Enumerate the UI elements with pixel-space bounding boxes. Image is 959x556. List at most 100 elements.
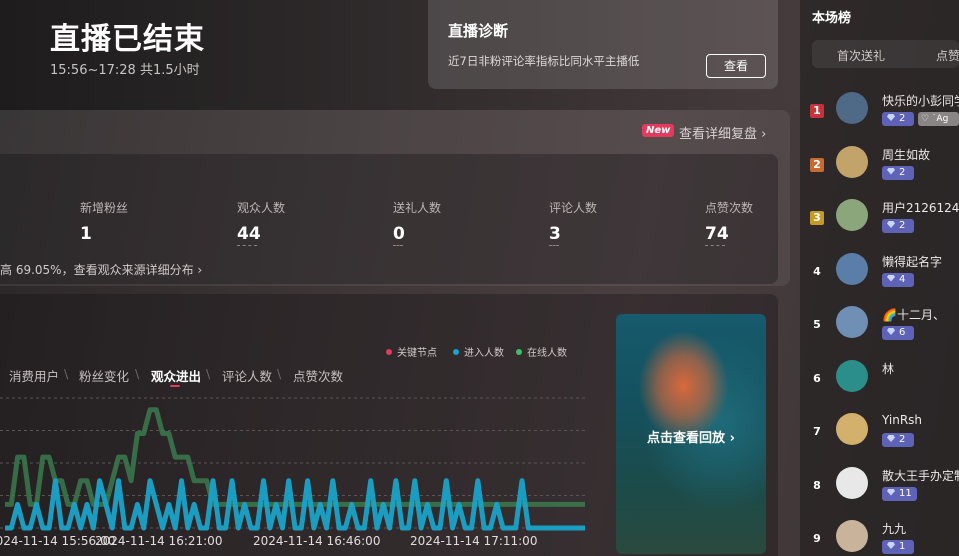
diamond-icon bbox=[887, 221, 895, 228]
fan-badge: ♡ ˙Ag bbox=[918, 112, 959, 126]
live-time-range: 15:56~17:28 共1.5小时 bbox=[50, 63, 200, 78]
rank-number: 7 bbox=[813, 425, 821, 438]
stat-label: 评论人数 bbox=[549, 201, 598, 215]
tab-separator: \ bbox=[277, 366, 282, 381]
level-badge: 1 bbox=[882, 540, 914, 554]
replay-thumbnail[interactable]: 点击查看回放 › bbox=[616, 314, 766, 554]
diamond-icon bbox=[887, 114, 895, 121]
avatar[interactable] bbox=[836, 145, 868, 178]
stat-viewers[interactable]: 观众人数 44 bbox=[237, 199, 285, 246]
user-name: 林 bbox=[882, 361, 895, 376]
diamond-icon bbox=[887, 167, 895, 175]
diagnosis-text: 近7日非粉评论率指标比同水平主播低 bbox=[448, 54, 640, 68]
stat-underline bbox=[549, 245, 559, 246]
ranking-row[interactable]: 8 散大王手办定制 11 bbox=[808, 466, 959, 515]
stat-new-fans: 新增粉丝 1 bbox=[80, 199, 128, 244]
detailed-review-link[interactable]: 查看详细复盘 › bbox=[679, 123, 766, 142]
stat-likes[interactable]: 点赞次数 74 bbox=[705, 199, 753, 246]
diamond-icon bbox=[887, 274, 895, 282]
stat-label: 新增粉丝 bbox=[80, 201, 129, 215]
avatar[interactable] bbox=[836, 466, 868, 499]
ranking-row[interactable]: 9 九九 1 bbox=[808, 520, 959, 556]
diamond-icon bbox=[887, 542, 895, 549]
level-badge: 4 bbox=[882, 272, 914, 287]
x-tick-label: 2024-11-14 16:46:00 bbox=[253, 534, 381, 548]
user-name: 九九 bbox=[882, 522, 907, 536]
rank-number: 5 bbox=[813, 318, 821, 331]
avatar[interactable] bbox=[836, 413, 868, 445]
legend-dot bbox=[516, 349, 522, 355]
stat-value: 0 bbox=[393, 224, 405, 244]
tab-likes-rank[interactable]: 点赞 bbox=[936, 47, 959, 64]
ranking-title: 本场榜 bbox=[812, 11, 852, 26]
stat-value: 74 bbox=[705, 224, 729, 244]
rank-number: 8 bbox=[813, 478, 821, 492]
x-tick-label: 2024-11-14 17:11:00 bbox=[410, 534, 538, 548]
avatar[interactable] bbox=[836, 306, 868, 338]
stat-label: 观众人数 bbox=[237, 201, 286, 215]
rank-number: 9 bbox=[813, 532, 821, 545]
diagnosis-title: 直播诊断 bbox=[448, 22, 509, 40]
ranking-row[interactable]: 7 YinRsh 2 bbox=[808, 413, 959, 461]
legend-dot bbox=[453, 349, 459, 355]
stat-value: 1 bbox=[80, 224, 92, 244]
stat-value: 44 bbox=[237, 224, 261, 244]
tab-separator: \ bbox=[135, 366, 140, 381]
active-tab-indicator bbox=[170, 385, 180, 387]
diagnosis-card: 直播诊断 近7日非粉评论率指标比同水平主播低 查看 bbox=[428, 0, 778, 89]
avatar[interactable] bbox=[836, 520, 868, 552]
series-line-online bbox=[5, 407, 585, 507]
ranking-row[interactable]: 3 用户21261243 2 bbox=[808, 199, 959, 247]
tab-fans-change[interactable]: 粉丝变化 bbox=[79, 366, 129, 385]
ranking-row[interactable]: 2 周生如故 2 bbox=[808, 145, 959, 194]
rank-number: 2 bbox=[810, 157, 824, 172]
level-badge: 2 bbox=[882, 165, 914, 180]
stat-underline bbox=[393, 245, 403, 246]
x-tick-label: 2024-11-14 16:21:00 bbox=[95, 534, 223, 548]
tab-separator: \ bbox=[206, 366, 211, 381]
user-name: 懒得起名字 bbox=[882, 254, 943, 269]
avatar[interactable] bbox=[836, 252, 868, 285]
ranking-row[interactable]: 4 懒得起名字 4 bbox=[808, 252, 959, 301]
stat-label: 点赞次数 bbox=[705, 201, 754, 215]
avatar[interactable] bbox=[836, 359, 868, 392]
user-name: 快乐的小彭同学 bbox=[882, 94, 959, 108]
diagnosis-view-button[interactable]: 查看 bbox=[706, 54, 766, 78]
diamond-icon bbox=[887, 435, 895, 442]
tab-commenters[interactable]: 评论人数 bbox=[222, 366, 272, 385]
user-name: 🌈十二月、 bbox=[882, 308, 945, 322]
diamond-icon bbox=[887, 488, 895, 496]
stat-underline bbox=[705, 245, 725, 246]
rank-number: 1 bbox=[810, 104, 824, 118]
page-title: 直播已结束 bbox=[50, 22, 205, 57]
tab-first-gift[interactable]: 首次送礼 bbox=[837, 47, 885, 64]
tab-paying-users[interactable]: 消费用户 bbox=[9, 366, 59, 385]
legend-item-key-node: 关键节点 bbox=[386, 344, 437, 359]
new-badge: New bbox=[642, 124, 675, 137]
tab-likes[interactable]: 点赞次数 bbox=[293, 366, 343, 385]
level-badge: 6 bbox=[882, 326, 914, 340]
rank-number: 4 bbox=[813, 264, 821, 278]
stat-value: 3 bbox=[549, 224, 561, 244]
ranking-row[interactable]: 1 快乐的小彭同学 2 ♡ ˙Ag bbox=[808, 92, 959, 140]
stat-gifters[interactable]: 送礼人数 0 bbox=[393, 199, 441, 246]
stat-commenters[interactable]: 评论人数 3 bbox=[549, 199, 597, 246]
level-badge: 11 bbox=[882, 486, 917, 501]
level-badge: 2 bbox=[882, 112, 914, 126]
stat-label: 送礼人数 bbox=[393, 201, 442, 215]
user-name: 周生如故 bbox=[882, 147, 931, 162]
diamond-icon bbox=[887, 328, 895, 335]
legend-item-online: 在线人数 bbox=[516, 344, 567, 359]
tab-viewers-in-out[interactable]: 观众进出 bbox=[151, 366, 201, 385]
level-badge: 2 bbox=[882, 433, 914, 447]
tab-separator: \ bbox=[64, 366, 69, 381]
avatar[interactable] bbox=[836, 199, 868, 231]
user-name: YinRsh bbox=[882, 413, 923, 427]
avatar[interactable] bbox=[836, 92, 868, 124]
audience-source-link[interactable]: 高 69.05%，查看观众来源详细分布 › bbox=[0, 261, 202, 278]
ranking-row[interactable]: 5 🌈十二月、 6 bbox=[808, 306, 959, 354]
ranking-row[interactable]: 6林 bbox=[808, 359, 959, 408]
rank-number: 6 bbox=[813, 371, 821, 385]
viewers-line-chart[interactable] bbox=[0, 390, 600, 535]
replay-label: 点击查看回放 › bbox=[647, 431, 735, 446]
